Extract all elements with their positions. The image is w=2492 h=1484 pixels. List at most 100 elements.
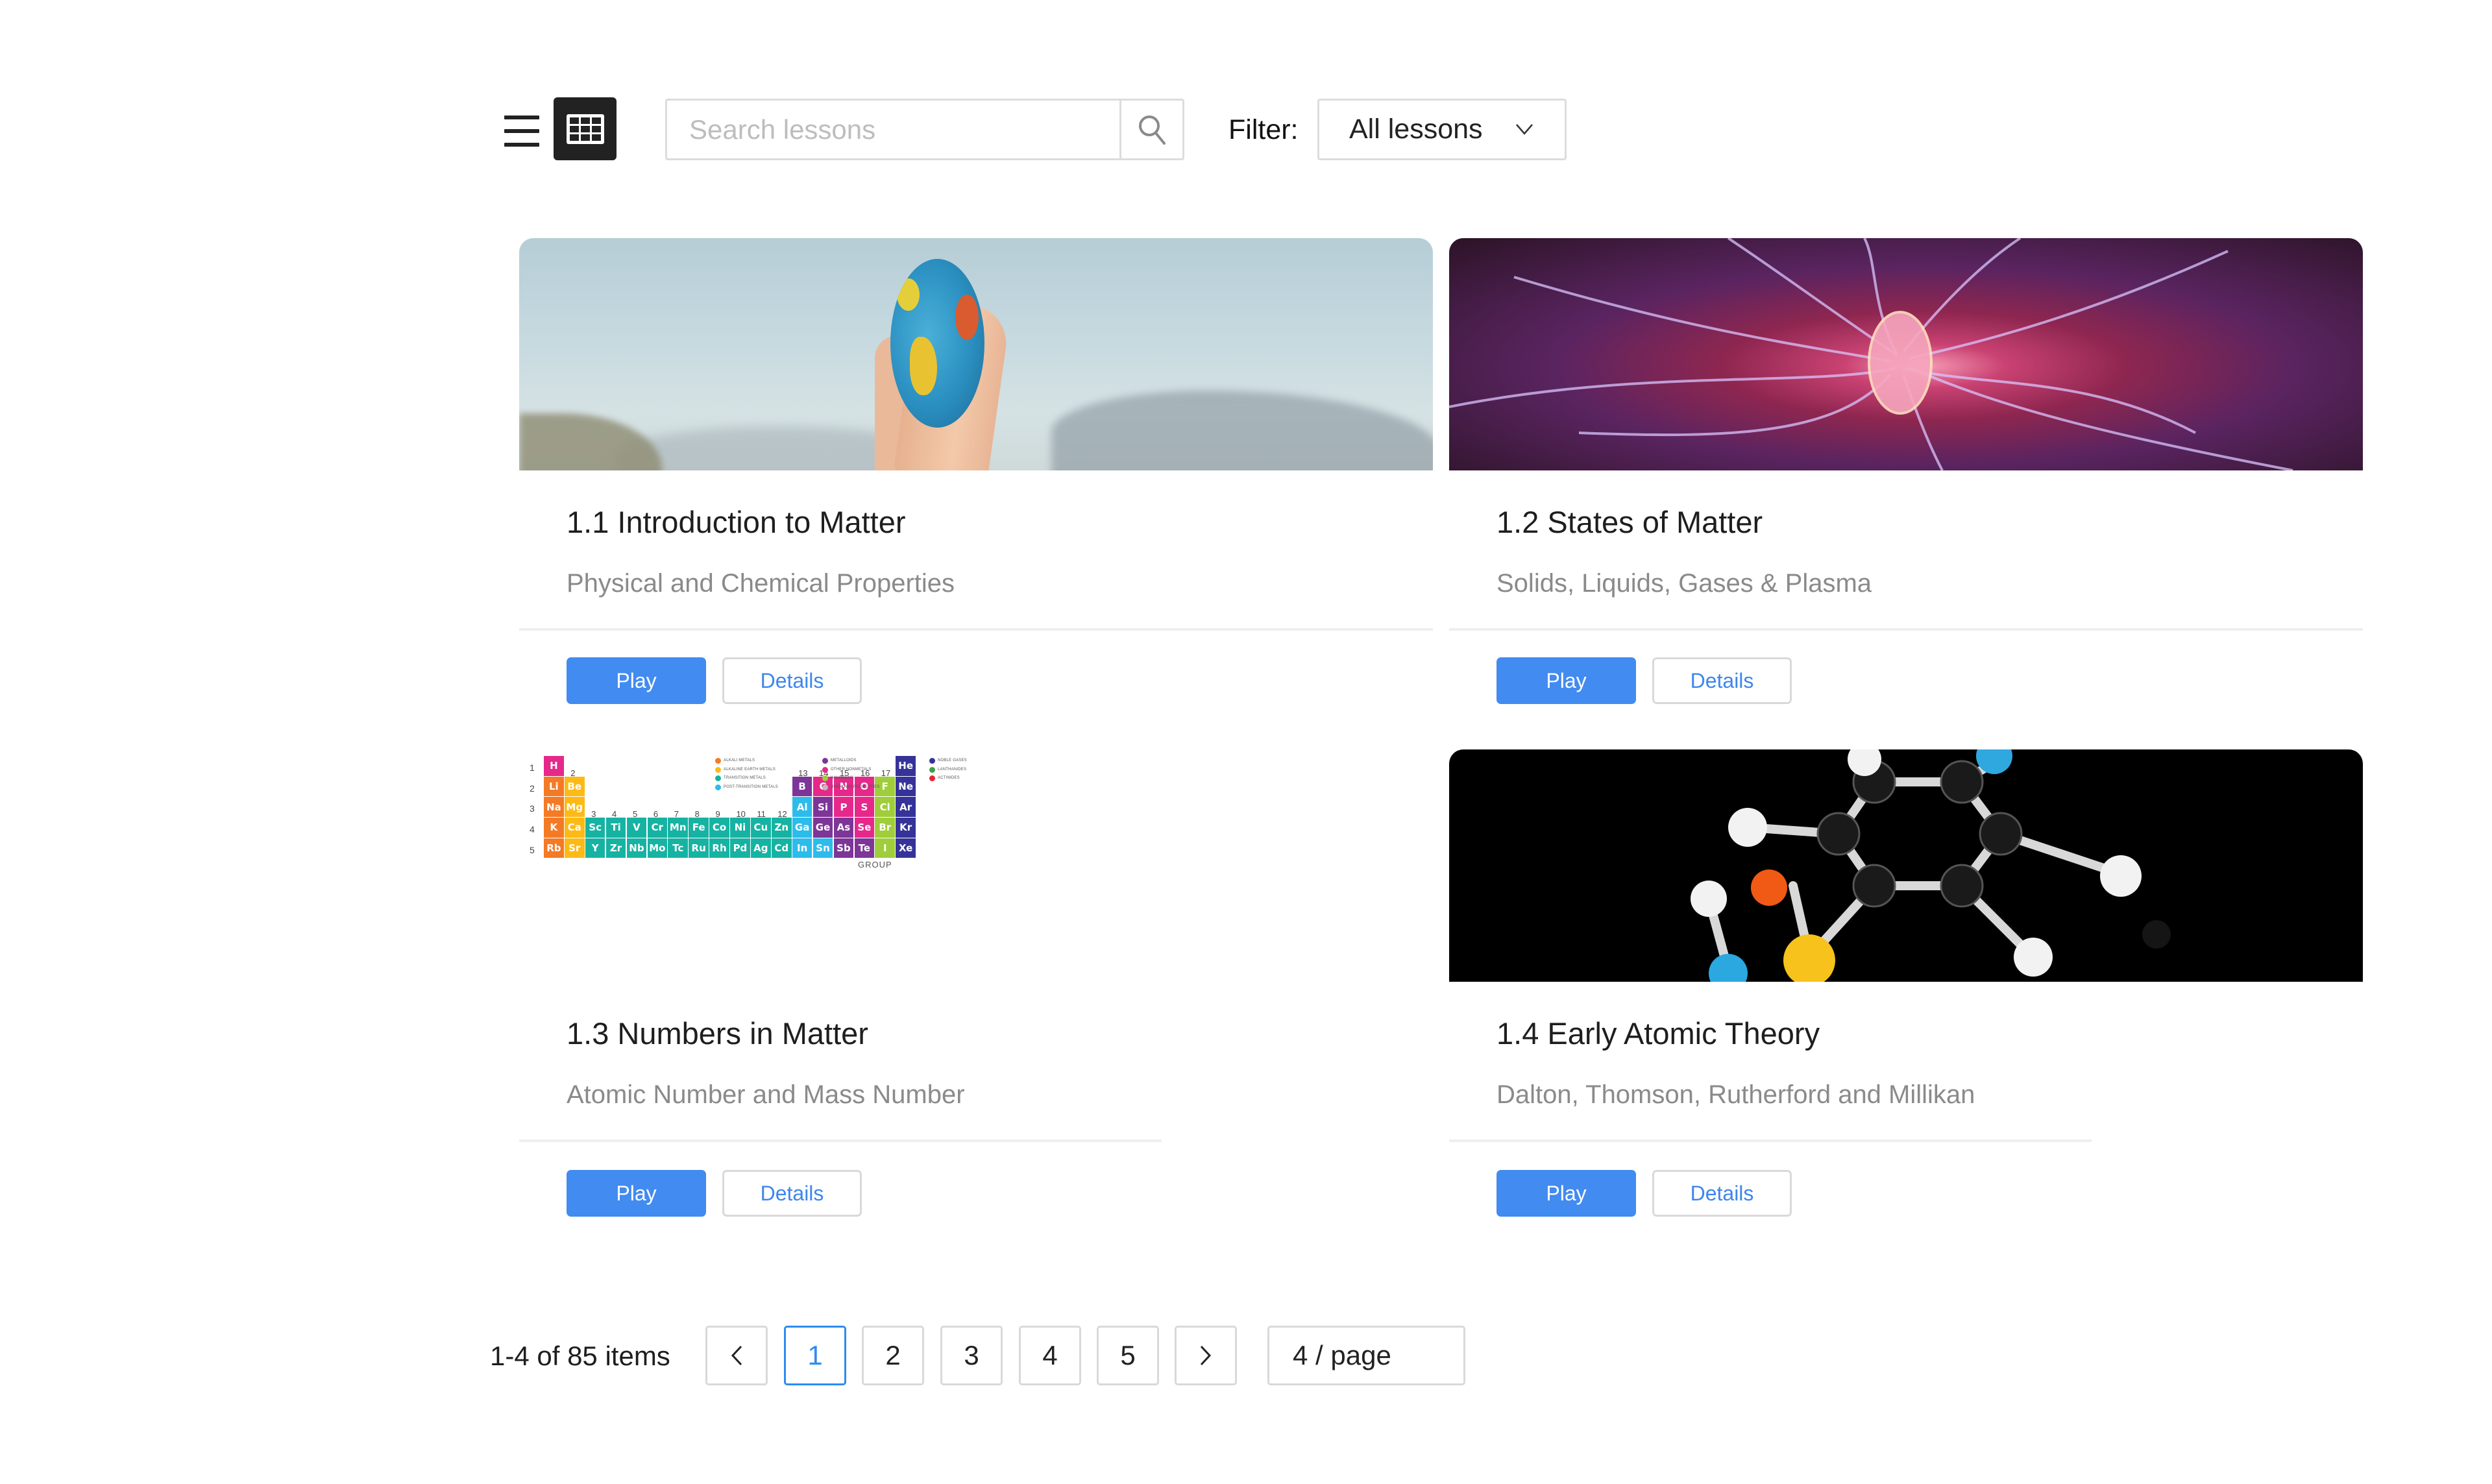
periodic-element-Li: Li (544, 776, 564, 797)
details-button[interactable]: Details (1652, 1170, 1792, 1217)
legend-swatch (822, 784, 828, 790)
card-divider (1449, 1139, 2092, 1142)
periodic-element-Co: Co (709, 818, 729, 838)
periodic-element-Ag: Ag (751, 838, 771, 858)
grid-view-icon (566, 114, 604, 144)
card-divider (1449, 628, 2363, 631)
periodic-element-Ga: Ga (792, 818, 812, 838)
periodic-element-Ge: Ge (812, 818, 833, 838)
details-button[interactable]: Details (722, 657, 862, 704)
legend-swatch (822, 758, 828, 764)
periodic-group-number: 11 (757, 809, 766, 820)
legend-swatch (929, 766, 935, 773)
details-button[interactable]: Details (1652, 657, 1792, 704)
periodic-element-P: P (833, 797, 854, 817)
search-input[interactable] (667, 101, 1119, 158)
card-divider (519, 628, 1433, 631)
page-button-2[interactable]: 2 (862, 1326, 924, 1385)
periodic-group-number: 9 (715, 809, 720, 820)
next-page-button[interactable] (1175, 1326, 1237, 1385)
play-button[interactable]: Play (1496, 1170, 1636, 1217)
page-button-3[interactable]: 3 (940, 1326, 1003, 1385)
periodic-element-Rh: Rh (709, 838, 729, 858)
periodic-element-Cd: Cd (771, 838, 792, 858)
periodic-group-number: 17 (881, 768, 891, 779)
details-button[interactable]: Details (722, 1170, 862, 1217)
periodic-element-Mn: Mn (668, 818, 689, 838)
periodic-row-number: 4 (530, 824, 535, 835)
periodic-element-Mg: Mg (564, 797, 585, 817)
page-button-5[interactable]: 5 (1097, 1326, 1159, 1385)
periodic-element-Sc: Sc (585, 818, 605, 838)
periodic-element-I: I (875, 838, 896, 858)
lesson-card: GROUP 12345HHeLiBeBCNOFNeNaMgAlSiPSClArK… (519, 749, 1433, 1217)
legend-label: METALLOIDS (831, 759, 857, 762)
periodic-element-Be: Be (564, 776, 585, 797)
page-button-1[interactable]: 1 (784, 1326, 846, 1385)
list-view-toggle[interactable] (504, 116, 539, 147)
periodic-element-K: K (544, 818, 564, 838)
legend-label: TRANSITION METALS (724, 776, 766, 780)
periodic-group-number: 5 (632, 809, 638, 820)
periodic-element-Xe: Xe (896, 838, 916, 858)
filter-dropdown[interactable]: All lessons (1317, 99, 1567, 160)
lesson-thumbnail-molecule[interactable] (1449, 749, 2363, 982)
search-box (665, 99, 1184, 160)
periodic-group-number: 2 (570, 768, 576, 779)
periodic-element-As: As (833, 818, 854, 838)
periodic-element-Si: Si (812, 797, 833, 817)
periodic-element-Sn: Sn (812, 838, 833, 858)
periodic-element-In: In (792, 838, 812, 858)
periodic-element-Kr: Kr (896, 818, 916, 838)
periodic-group-number: 12 (777, 809, 787, 820)
periodic-element-Ni: Ni (730, 818, 750, 838)
legend-label: NOBLE GASES (938, 759, 967, 762)
periodic-group-number: 3 (591, 809, 596, 820)
legend-label: ALKALINE EARTH METALS (724, 767, 776, 772)
page-button-4[interactable]: 4 (1019, 1326, 1081, 1385)
periodic-element-Nb: Nb (626, 838, 647, 858)
periodic-group-number: 4 (612, 809, 617, 820)
lesson-title[interactable]: 1.3 Numbers in Matter (567, 1016, 868, 1051)
periodic-element-Te: Te (854, 838, 875, 858)
filter-label: Filter: (1228, 114, 1299, 145)
periodic-element-Cl: Cl (875, 797, 896, 817)
lesson-thumbnail-periodic-table[interactable]: GROUP 12345HHeLiBeBCNOFNeNaMgAlSiPSClArK… (519, 749, 1433, 982)
periodic-row-number: 3 (530, 803, 535, 814)
play-button[interactable]: Play (567, 1170, 706, 1217)
hamburger-menu-icon-bar (504, 143, 539, 147)
periodic-element-Ru: Ru (689, 838, 709, 858)
play-button[interactable]: Play (567, 657, 706, 704)
periodic-element-Cu: Cu (751, 818, 771, 838)
pagination-summary: 1-4 of 85 items (490, 1341, 670, 1371)
periodic-element-Tc: Tc (668, 838, 689, 858)
periodic-element-B: B (792, 776, 812, 797)
chevron-right-icon (1200, 1345, 1212, 1366)
lesson-thumbnail-globe[interactable] (519, 238, 1433, 470)
grid-view-toggle[interactable] (554, 97, 617, 160)
prev-page-button[interactable] (705, 1326, 768, 1385)
chevron-left-icon (731, 1345, 742, 1366)
lesson-title[interactable]: 1.1 Introduction to Matter (567, 504, 906, 540)
search-button[interactable] (1119, 101, 1182, 158)
periodic-element-Y: Y (585, 838, 605, 858)
page-size-selector[interactable]: 4 / page (1267, 1326, 1465, 1385)
play-button[interactable]: Play (1496, 657, 1636, 704)
legend-swatch (822, 775, 828, 781)
lesson-thumbnail-plasma[interactable] (1449, 238, 2363, 470)
legend-label: ACTINIDES (938, 776, 960, 780)
periodic-group-label: GROUP (858, 860, 892, 870)
periodic-group-number: 6 (653, 809, 659, 820)
hamburger-menu-icon-bar (504, 129, 539, 133)
periodic-element-He: He (896, 756, 916, 776)
legend-swatch (929, 775, 935, 781)
legend-label: POST-TRANSITION METALS (724, 785, 778, 789)
periodic-element-Mo: Mo (647, 838, 668, 858)
legend-label: HALOGENS (831, 776, 853, 780)
periodic-element-Sb: Sb (833, 838, 854, 858)
periodic-element-Ne: Ne (896, 776, 916, 797)
lesson-title[interactable]: 1.4 Early Atomic Theory (1496, 1016, 1820, 1051)
lesson-title[interactable]: 1.2 States of Matter (1496, 504, 1763, 540)
legend-label: LANTHANIDES (938, 767, 967, 772)
card-divider (519, 1139, 1162, 1142)
